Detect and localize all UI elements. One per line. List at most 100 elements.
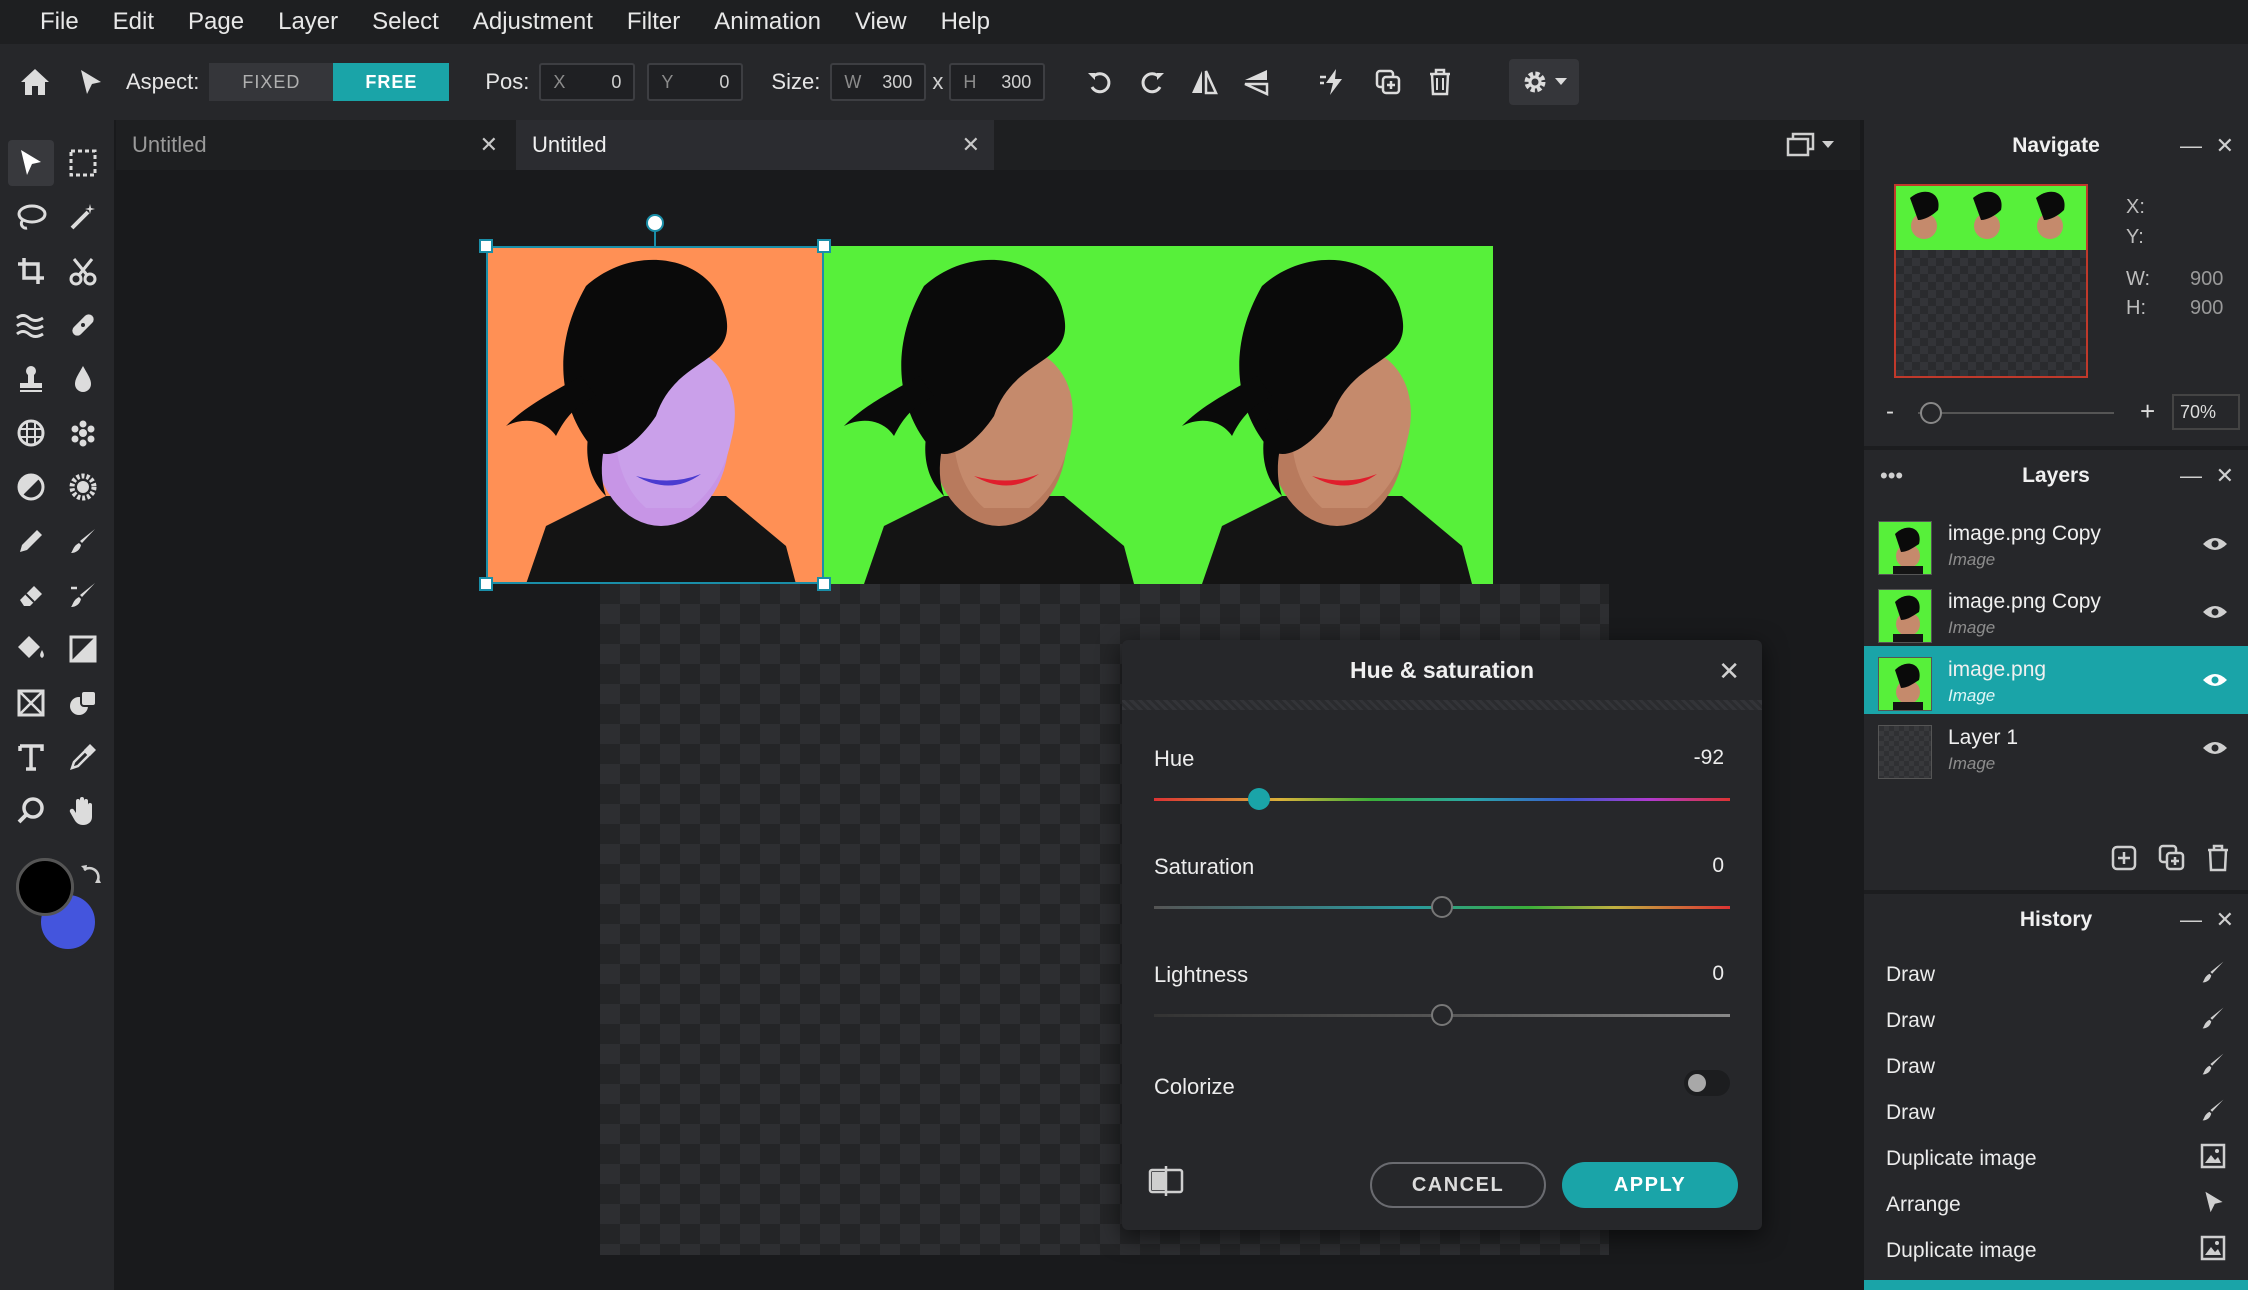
frame-tool[interactable]	[8, 680, 54, 726]
history-item[interactable]: Draw	[1886, 998, 2226, 1044]
hue-slider-knob[interactable]	[1248, 788, 1270, 810]
aspect-fixed-button[interactable]: FIXED	[209, 63, 334, 101]
gradient-tool[interactable]	[60, 626, 106, 672]
flip-horizontal-icon[interactable]	[1179, 57, 1229, 107]
menu-layer[interactable]: Layer	[278, 8, 338, 36]
history-item[interactable]: Duplicate image	[1886, 1136, 2226, 1182]
zoom-value-field[interactable]: 70%	[2172, 394, 2240, 430]
eye-icon[interactable]	[2202, 532, 2228, 558]
close-icon[interactable]: ✕	[2216, 907, 2234, 933]
magic-adjust-icon[interactable]	[1309, 57, 1359, 107]
rotate-right-icon[interactable]	[1127, 57, 1177, 107]
tab-close-icon[interactable]: ✕	[480, 132, 498, 158]
minimize-icon[interactable]: —	[2180, 463, 2202, 489]
minimize-icon[interactable]: —	[2180, 907, 2202, 933]
dodge-burn-tool[interactable]	[8, 464, 54, 510]
tab-untitled-2[interactable]: Untitled ✕	[516, 120, 994, 170]
zoom-slider-knob[interactable]	[1920, 402, 1942, 424]
resize-handle-top-left[interactable]	[479, 239, 493, 253]
fill-tool[interactable]	[8, 626, 54, 672]
colorize-toggle[interactable]	[1684, 1070, 1730, 1096]
smudge-tool[interactable]	[60, 410, 106, 456]
navigator-preview[interactable]	[1894, 184, 2088, 378]
pos-x-field[interactable]: X 0	[539, 63, 636, 101]
trash-icon[interactable]	[1415, 57, 1465, 107]
liquify-tool[interactable]	[8, 302, 54, 348]
flip-vertical-icon[interactable]	[1231, 57, 1281, 107]
menu-page[interactable]: Page	[188, 8, 244, 36]
lightness-slider-knob[interactable]	[1431, 1004, 1453, 1026]
eye-icon[interactable]	[2202, 600, 2228, 626]
minimize-icon[interactable]: —	[2180, 133, 2202, 159]
history-item[interactable]: Draw	[1886, 1090, 2226, 1136]
hue-slider[interactable]	[1154, 798, 1730, 801]
menu-adjustment[interactable]: Adjustment	[473, 8, 593, 36]
sponge-tool[interactable]	[8, 410, 54, 456]
resize-handle-top-right[interactable]	[817, 239, 831, 253]
more-options-icon[interactable]: •••	[1880, 463, 1903, 489]
compare-icon[interactable]	[1148, 1164, 1184, 1203]
cancel-button[interactable]: CANCEL	[1370, 1162, 1546, 1208]
zoom-in-button[interactable]: +	[2140, 396, 2155, 427]
menu-filter[interactable]: Filter	[627, 8, 680, 36]
swap-colors-icon[interactable]	[80, 862, 102, 891]
selection-box[interactable]	[486, 246, 824, 584]
saturation-slider-knob[interactable]	[1431, 896, 1453, 918]
eyedropper-tool[interactable]	[60, 734, 106, 780]
sharpen-tool[interactable]	[60, 464, 106, 510]
move-tool[interactable]	[8, 140, 54, 186]
add-layer-icon[interactable]	[2110, 844, 2138, 877]
zoom-slider[interactable]	[1918, 412, 2114, 414]
history-item[interactable]: Draw	[1886, 1044, 2226, 1090]
close-icon[interactable]: ✕	[2216, 463, 2234, 489]
marquee-tool[interactable]	[60, 140, 106, 186]
layer-row[interactable]: image.png Copy Image	[1864, 578, 2248, 646]
clone-stamp-tool[interactable]	[8, 356, 54, 402]
zoom-out-button[interactable]: -	[1886, 398, 1894, 426]
layer-row[interactable]: image.png Copy Image	[1864, 510, 2248, 578]
eraser-tool[interactable]	[8, 572, 54, 618]
history-item[interactable]: Draw	[1886, 952, 2226, 998]
heal-tool[interactable]	[60, 302, 106, 348]
eye-icon[interactable]	[2202, 736, 2228, 762]
tab-untitled-1[interactable]: Untitled ✕	[116, 120, 512, 170]
size-h-field[interactable]: H 300	[949, 63, 1046, 101]
pointer-icon[interactable]	[66, 57, 116, 107]
delete-layer-icon[interactable]	[2206, 844, 2230, 877]
saturation-value[interactable]: 0	[1712, 854, 1724, 878]
layer-image-copy-2[interactable]	[1162, 246, 1493, 584]
duplicate-icon[interactable]	[1363, 57, 1413, 107]
dialog-drag-handle[interactable]	[1122, 700, 1762, 710]
history-item[interactable]: Arrange	[1886, 1182, 2226, 1228]
home-icon[interactable]	[10, 57, 60, 107]
aspect-free-button[interactable]: FREE	[333, 63, 450, 101]
menu-select[interactable]: Select	[372, 8, 439, 36]
pos-y-field[interactable]: Y 0	[647, 63, 744, 101]
shape-tool[interactable]	[60, 680, 106, 726]
settings-dropdown-button[interactable]	[1509, 59, 1580, 105]
menu-help[interactable]: Help	[941, 8, 990, 36]
layer-image-copy-1[interactable]	[824, 246, 1162, 584]
brush-tool[interactable]	[60, 518, 106, 564]
layer-row[interactable]: Layer 1 Image	[1864, 714, 2248, 782]
lasso-tool[interactable]	[8, 194, 54, 240]
layer-row-selected[interactable]: image.png Image	[1864, 646, 2248, 714]
crop-tool[interactable]	[8, 248, 54, 294]
rotate-handle[interactable]	[646, 214, 664, 232]
rotate-left-icon[interactable]	[1075, 57, 1125, 107]
resize-handle-bottom-right[interactable]	[817, 577, 831, 591]
menu-edit[interactable]: Edit	[113, 8, 154, 36]
color-replace-tool[interactable]	[60, 572, 106, 618]
blur-tool[interactable]	[60, 356, 106, 402]
size-w-field[interactable]: W 300	[830, 63, 927, 101]
pencil-tool[interactable]	[8, 518, 54, 564]
history-current-item[interactable]	[1864, 1280, 2248, 1290]
zoom-tool[interactable]	[8, 788, 54, 834]
menu-file[interactable]: File	[40, 8, 79, 36]
duplicate-layer-icon[interactable]	[2158, 844, 2186, 877]
cut-tool[interactable]	[60, 248, 106, 294]
resize-handle-bottom-left[interactable]	[479, 577, 493, 591]
history-item[interactable]: Duplicate image	[1886, 1228, 2226, 1274]
menu-view[interactable]: View	[855, 8, 907, 36]
menu-animation[interactable]: Animation	[714, 8, 821, 36]
